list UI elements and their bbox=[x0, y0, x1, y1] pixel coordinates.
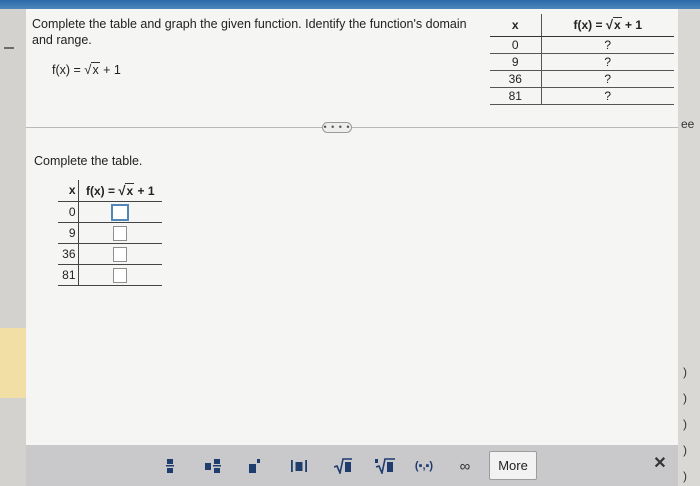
radicand: x bbox=[91, 62, 100, 77]
ref-cell-y: ? bbox=[541, 36, 674, 54]
ref-cell-x: 36 bbox=[490, 70, 542, 88]
browser-top-strip bbox=[0, 0, 700, 9]
ref-cell-x: 9 bbox=[490, 53, 542, 71]
ref-fx-prefix: f(x) = bbox=[573, 18, 606, 33]
table-row: 0 ? bbox=[490, 36, 674, 54]
exponent-icon[interactable] bbox=[248, 457, 262, 475]
ans-cell-x: 0 bbox=[58, 201, 79, 223]
ref-cell-y: ? bbox=[541, 53, 674, 71]
mixed-number-icon[interactable] bbox=[204, 457, 222, 475]
table-row: 81 bbox=[58, 264, 162, 286]
ans-fx-suffix: + 1 bbox=[134, 183, 155, 198]
fraction-glyph bbox=[166, 459, 174, 473]
ref-fx-suffix: + 1 bbox=[621, 18, 643, 33]
ref-cell-y: ? bbox=[541, 87, 674, 105]
ref-cell-x: 0 bbox=[490, 36, 542, 54]
ref-header-fx: f(x) = √x + 1 bbox=[541, 14, 674, 37]
answer-input[interactable] bbox=[111, 204, 130, 221]
edge-paren: ) bbox=[683, 417, 687, 431]
answer-input[interactable] bbox=[113, 268, 128, 283]
function-suffix: + 1 bbox=[99, 63, 121, 77]
square-root-expression: √x bbox=[605, 17, 622, 33]
table-row: 36 bbox=[58, 243, 162, 265]
ordered-pair-icon[interactable]: (▪,▪) bbox=[410, 457, 438, 475]
square-root-icon[interactable] bbox=[333, 457, 353, 475]
left-edge-panel bbox=[0, 9, 26, 486]
nth-root-icon[interactable] bbox=[374, 457, 396, 475]
radicand: x bbox=[125, 182, 135, 198]
edge-text-fragment: ee bbox=[681, 117, 695, 131]
edge-paren: ) bbox=[683, 469, 687, 483]
square-root-expression: √x bbox=[84, 62, 100, 77]
mixed-number-glyph bbox=[205, 459, 221, 473]
math-toolbar: (▪,▪) ∞ More ✕ bbox=[26, 445, 678, 486]
close-icon[interactable]: ✕ bbox=[652, 453, 668, 472]
function-definition: f(x) = √x + 1 bbox=[52, 62, 121, 77]
exponent-glyph bbox=[249, 459, 260, 473]
infinity-icon[interactable]: ∞ bbox=[456, 457, 474, 475]
edge-paren: ) bbox=[683, 365, 687, 379]
table-row: 9 ? bbox=[490, 53, 674, 71]
answer-input[interactable] bbox=[113, 226, 128, 241]
radicand: x bbox=[612, 17, 622, 33]
dash-mark bbox=[4, 47, 14, 49]
ref-header-x: x bbox=[490, 14, 542, 37]
right-edge-panel: ee ) ) ) ) ) bbox=[678, 9, 700, 486]
section-divider bbox=[26, 127, 678, 128]
ans-cell-y bbox=[78, 243, 162, 265]
ans-header-x: x bbox=[58, 180, 79, 202]
table-row: 36 ? bbox=[490, 70, 674, 88]
ans-cell-x: 9 bbox=[58, 222, 79, 244]
ans-cell-y bbox=[78, 222, 162, 244]
absolute-value-icon[interactable] bbox=[290, 457, 308, 475]
edge-paren: ) bbox=[683, 443, 687, 457]
ans-cell-x: 81 bbox=[58, 264, 79, 286]
fraction-icon[interactable] bbox=[164, 457, 176, 475]
ans-fx-prefix: f(x) = bbox=[85, 183, 119, 198]
nth-root-glyph bbox=[375, 458, 395, 474]
absolute-value-glyph bbox=[291, 460, 307, 472]
square-root-glyph bbox=[334, 458, 352, 474]
ans-cell-y bbox=[78, 264, 162, 286]
reference-table: x f(x) = √x + 1 0 ? 9 ? 36 ? 81 ? bbox=[490, 14, 674, 105]
answer-input[interactable] bbox=[113, 247, 128, 262]
answer-section-label: Complete the table. bbox=[34, 154, 143, 168]
square-root-expression: √x bbox=[118, 182, 135, 198]
ref-cell-x: 81 bbox=[490, 87, 542, 105]
question-prompt: Complete the table and graph the given f… bbox=[32, 17, 467, 47]
table-row: 0 bbox=[58, 201, 162, 223]
ans-cell-y bbox=[78, 201, 162, 223]
ref-cell-y: ? bbox=[541, 70, 674, 88]
function-prefix: f(x) = bbox=[52, 63, 85, 77]
more-button[interactable]: More bbox=[489, 451, 537, 480]
radical-sign: √ bbox=[605, 17, 613, 33]
answer-table: x f(x) = √x + 1 0 9 36 81 bbox=[58, 180, 162, 286]
table-row: 81 ? bbox=[490, 87, 674, 105]
table-row: 9 bbox=[58, 222, 162, 244]
highlight-strip bbox=[0, 328, 26, 398]
ans-cell-x: 36 bbox=[58, 243, 79, 265]
expand-more-button[interactable]: • • • • bbox=[322, 122, 352, 133]
edge-paren: ) bbox=[683, 391, 687, 405]
ans-header-fx: f(x) = √x + 1 bbox=[78, 180, 162, 202]
